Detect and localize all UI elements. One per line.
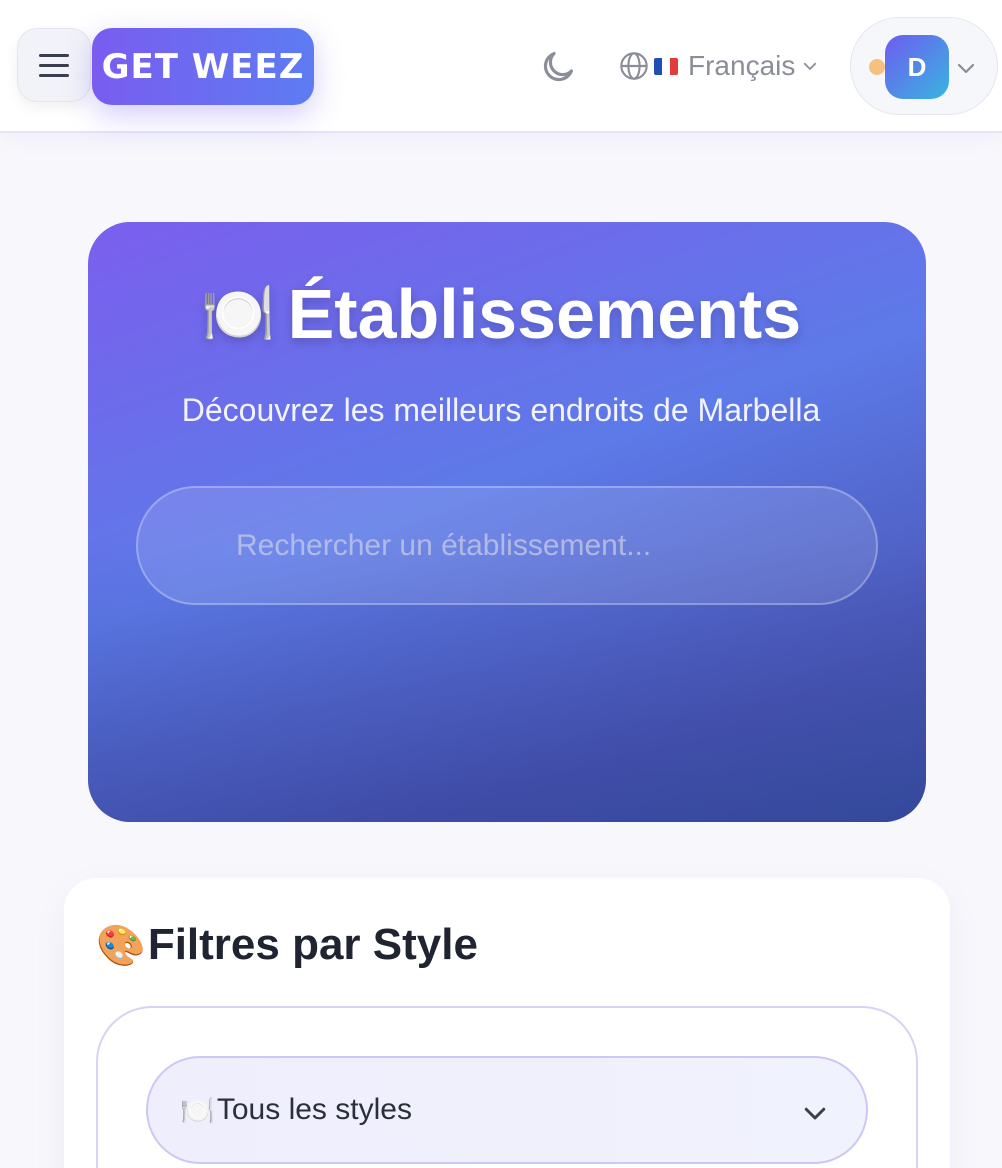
app-logo[interactable]: GET WEEZ [92, 28, 314, 105]
menu-line-icon [39, 73, 69, 77]
page-title-text: Établissements [287, 275, 802, 353]
chevron-down-icon [804, 1107, 826, 1120]
avatar: D [885, 35, 949, 99]
filter-section-title: 🎨 Filtres par Style [96, 918, 478, 972]
palette-icon: 🎨 [96, 923, 146, 968]
top-header: GET WEEZ Français D [0, 0, 1002, 133]
france-flag-icon [654, 57, 678, 75]
page: GET WEEZ Français D 🍽️ Établissements Dé… [0, 0, 1002, 1168]
page-title: 🍽️ Établissements [0, 274, 1002, 354]
search-input[interactable] [136, 486, 878, 605]
style-select-value: Tous les styles [216, 1093, 412, 1126]
filter-section-title-text: Filtres par Style [147, 920, 478, 969]
menu-line-icon [39, 53, 69, 57]
globe-icon [620, 52, 648, 80]
menu-line-icon [39, 63, 69, 67]
hamburger-menu-button[interactable] [17, 28, 91, 102]
language-selector[interactable]: Français [618, 46, 819, 86]
moon-icon[interactable] [539, 48, 577, 86]
plate-cutlery-icon: 🍽️ [200, 280, 276, 347]
chevron-down-icon [804, 62, 817, 70]
user-menu-button[interactable]: D [850, 17, 998, 115]
chevron-down-icon [957, 63, 975, 74]
status-indicator [869, 59, 885, 75]
plate-cutlery-icon: 🍽️ [180, 1094, 215, 1126]
language-label: Français [688, 50, 796, 81]
page-subtitle: Découvrez les meilleurs endroits de Marb… [181, 392, 821, 428]
style-select[interactable]: 🍽️ Tous les styles [146, 1056, 868, 1164]
